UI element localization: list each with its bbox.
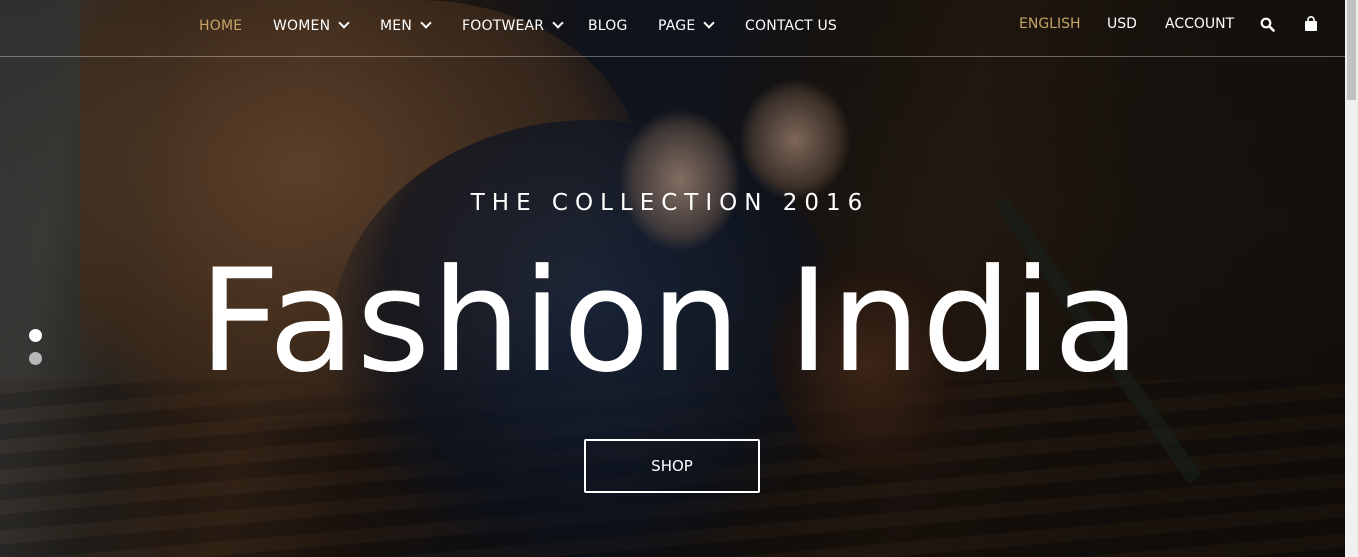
hero-subtitle: THE COLLECTION 2016 <box>470 190 870 216</box>
nav-blog-label: BLOG <box>588 18 628 34</box>
search-icon[interactable] <box>1260 17 1275 32</box>
nav-footwear-label: FOOTWEAR <box>462 18 545 34</box>
nav-home-label: HOME <box>199 18 243 34</box>
currency-selector[interactable]: USD <box>1107 14 1137 34</box>
chevron-down-icon <box>420 17 432 29</box>
nav-contact-us-label: CONTACT US <box>745 18 837 34</box>
nav-footwear[interactable]: FOOTWEAR <box>462 16 564 36</box>
scrollbar-thumb[interactable] <box>1347 0 1356 100</box>
shopping-bag-icon[interactable] <box>1304 16 1318 32</box>
account-link[interactable]: ACCOUNT <box>1165 14 1234 34</box>
nav-women-label: WOMEN <box>273 18 331 34</box>
nav-men[interactable]: MEN <box>380 16 432 36</box>
nav-page-label: PAGE <box>658 18 696 34</box>
language-selector[interactable]: ENGLISH <box>1019 14 1081 34</box>
nav-home[interactable]: HOME <box>199 16 242 36</box>
chevron-down-icon <box>703 17 716 29</box>
chevron-down-icon <box>552 17 564 29</box>
slider-dot-2[interactable] <box>29 352 42 365</box>
page-scrollbar[interactable] <box>1345 0 1358 557</box>
chevron-down-icon <box>338 17 350 29</box>
nav-blog[interactable]: BLOG <box>588 16 628 36</box>
hero-title: Fashion India <box>198 239 1142 404</box>
slider-dot-1[interactable] <box>29 329 42 342</box>
nav-page[interactable]: PAGE <box>658 16 716 36</box>
site-header: HOME WOMEN MEN FOOTWEAR BLOG PAGE CONTAC… <box>0 0 1345 57</box>
shop-button[interactable]: SHOP <box>584 439 760 493</box>
nav-contact-us[interactable]: CONTACT US <box>745 16 837 36</box>
nav-women[interactable]: WOMEN <box>273 16 350 36</box>
nav-men-label: MEN <box>380 18 412 34</box>
